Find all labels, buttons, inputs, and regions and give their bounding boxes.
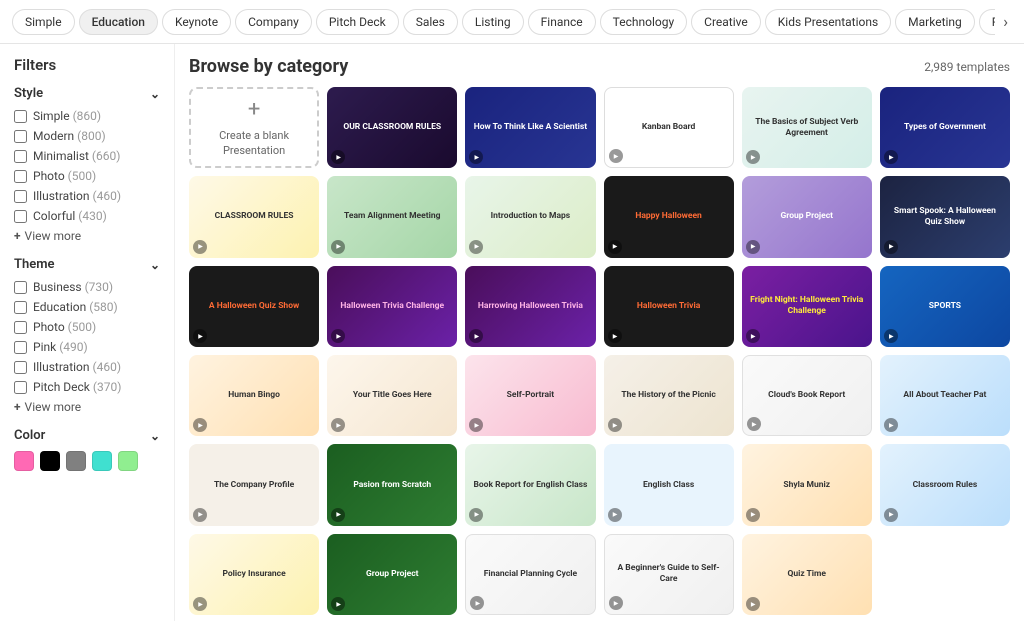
- category-tab-marketing[interactable]: Marketing: [895, 9, 975, 35]
- template-card[interactable]: How To Think Like A Scientist ▶: [465, 87, 595, 168]
- color-filter-section: Color ⌄: [14, 428, 160, 471]
- category-tab-kids-presentations[interactable]: Kids Presentations: [765, 9, 891, 35]
- template-card[interactable]: Fright Night: Halloween Trivia Challenge…: [742, 266, 872, 347]
- color-label: Color: [14, 428, 45, 443]
- category-tabs: SimpleEducationKeynoteCompanyPitch DeckS…: [0, 0, 1024, 44]
- theme-filter-section: Theme ⌄ Business (730) Education (580) P…: [14, 257, 160, 414]
- theme-view-more[interactable]: View more: [14, 400, 160, 414]
- style-filter-item[interactable]: Colorful (430): [14, 209, 160, 223]
- template-card[interactable]: The History of the Picnic ▶: [604, 355, 734, 436]
- category-tab-company[interactable]: Company: [235, 9, 312, 35]
- category-tab-technology[interactable]: Technology: [600, 9, 687, 35]
- template-card[interactable]: Introduction to Maps ▶: [465, 176, 595, 257]
- style-chevron-icon: ⌄: [150, 87, 160, 101]
- templates-grid: + Create a blankPresentation OUR CLASSRO…: [189, 87, 1010, 615]
- theme-section-header[interactable]: Theme ⌄: [14, 257, 160, 272]
- template-card[interactable]: Classroom Rules ▶: [880, 444, 1010, 525]
- style-filter-item[interactable]: Illustration (460): [14, 189, 160, 203]
- template-card[interactable]: Quiz Time ▶: [742, 534, 872, 615]
- category-tab-finance[interactable]: Finance: [528, 9, 596, 35]
- category-tab-creative[interactable]: Creative: [691, 9, 761, 35]
- category-tab-listing[interactable]: Listing: [462, 9, 524, 35]
- template-card[interactable]: All About Teacher Pat ▶: [880, 355, 1010, 436]
- style-section-header[interactable]: Style ⌄: [14, 86, 160, 101]
- filters-title: Filters: [14, 56, 160, 74]
- template-card[interactable]: Team Alignment Meeting ▶: [327, 176, 457, 257]
- template-card[interactable]: Halloween Trivia Challenge ▶: [327, 266, 457, 347]
- template-card[interactable]: CLASSROOM RULES ▶: [189, 176, 319, 257]
- theme-filter-item[interactable]: Illustration (460): [14, 360, 160, 374]
- style-filter-item[interactable]: Minimalist (660): [14, 149, 160, 163]
- category-tab-sales[interactable]: Sales: [403, 9, 458, 35]
- template-card[interactable]: Book Report for English Class ▶: [465, 444, 595, 525]
- template-card[interactable]: Cloud's Book Report ▶: [742, 355, 872, 436]
- category-tab-simple[interactable]: Simple: [12, 9, 75, 35]
- style-filter-item[interactable]: Photo (500): [14, 169, 160, 183]
- category-tab-roadmap-presentations[interactable]: Roadmap Presentations: [979, 9, 995, 35]
- template-card[interactable]: The Basics of Subject Verb Agreement ▶: [742, 87, 872, 168]
- theme-filter-item[interactable]: Photo (500): [14, 320, 160, 334]
- style-items: Simple (860) Modern (800) Minimalist (66…: [14, 109, 160, 223]
- template-card[interactable]: Types of Government ▶: [880, 87, 1010, 168]
- color-swatch-2[interactable]: [66, 451, 86, 471]
- color-chevron-icon: ⌄: [150, 429, 160, 443]
- template-card[interactable]: A Beginner's Guide to Self-Care ▶: [604, 534, 734, 615]
- grid-header: Browse by category 2,989 templates: [189, 56, 1010, 77]
- theme-filter-item[interactable]: Business (730): [14, 280, 160, 294]
- style-label: Style: [14, 86, 43, 101]
- theme-filter-item[interactable]: Pitch Deck (370): [14, 380, 160, 394]
- blank-card-label: Create a blankPresentation: [219, 128, 289, 159]
- tab-scroll-arrow[interactable]: ›: [999, 8, 1012, 35]
- template-card[interactable]: Shyla Muniz ▶: [742, 444, 872, 525]
- plus-icon: +: [248, 97, 260, 122]
- theme-items: Business (730) Education (580) Photo (50…: [14, 280, 160, 394]
- color-swatch-0[interactable]: [14, 451, 34, 471]
- template-card[interactable]: Group Project ▶: [742, 176, 872, 257]
- category-tab-keynote[interactable]: Keynote: [162, 9, 231, 35]
- template-card[interactable]: Harrowing Halloween Trivia ▶: [465, 266, 595, 347]
- template-card[interactable]: SPORTS ▶: [880, 266, 1010, 347]
- category-tab-education[interactable]: Education: [79, 9, 158, 35]
- theme-filter-item[interactable]: Pink (490): [14, 340, 160, 354]
- template-card[interactable]: Pasion from Scratch ▶: [327, 444, 457, 525]
- template-card[interactable]: Policy Insurance ▶: [189, 534, 319, 615]
- template-card[interactable]: English Class ▶: [604, 444, 734, 525]
- template-card[interactable]: The Company Profile ▶: [189, 444, 319, 525]
- template-card[interactable]: Self-Portrait ▶: [465, 355, 595, 436]
- page-title: Browse by category: [189, 56, 348, 77]
- main-content: Filters Style ⌄ Simple (860) Modern (800…: [0, 44, 1024, 621]
- template-card[interactable]: Smart Spook: A Halloween Quiz Show ▶: [880, 176, 1010, 257]
- color-swatch-4[interactable]: [118, 451, 138, 471]
- theme-label: Theme: [14, 257, 55, 272]
- category-tab-pitch-deck[interactable]: Pitch Deck: [316, 9, 399, 35]
- grid-area: Browse by category 2,989 templates + Cre…: [175, 44, 1024, 621]
- template-card[interactable]: Kanban Board ▶: [604, 87, 734, 168]
- tabs-container: SimpleEducationKeynoteCompanyPitch DeckS…: [12, 9, 995, 35]
- style-filter-item[interactable]: Modern (800): [14, 129, 160, 143]
- template-card[interactable]: Happy Halloween ▶: [604, 176, 734, 257]
- template-card[interactable]: Halloween Trivia ▶: [604, 266, 734, 347]
- template-card[interactable]: A Halloween Quiz Show ▶: [189, 266, 319, 347]
- style-view-more[interactable]: View more: [14, 229, 160, 243]
- style-filter-item[interactable]: Simple (860): [14, 109, 160, 123]
- app-container: SimpleEducationKeynoteCompanyPitch DeckS…: [0, 0, 1024, 621]
- theme-chevron-icon: ⌄: [150, 258, 160, 272]
- color-swatch-3[interactable]: [92, 451, 112, 471]
- template-card[interactable]: Group Project ▶: [327, 534, 457, 615]
- theme-filter-item[interactable]: Education (580): [14, 300, 160, 314]
- style-filter-section: Style ⌄ Simple (860) Modern (800) Minima…: [14, 86, 160, 243]
- color-swatches: [14, 451, 160, 471]
- template-count: 2,989 templates: [924, 60, 1010, 74]
- template-card[interactable]: Financial Planning Cycle ▶: [465, 534, 595, 615]
- template-card[interactable]: Human Bingo ▶: [189, 355, 319, 436]
- sidebar: Filters Style ⌄ Simple (860) Modern (800…: [0, 44, 175, 621]
- template-card[interactable]: Your Title Goes Here ▶: [327, 355, 457, 436]
- color-section-header[interactable]: Color ⌄: [14, 428, 160, 443]
- template-card[interactable]: OUR CLASSROOM RULES ▶: [327, 87, 457, 168]
- color-swatch-1[interactable]: [40, 451, 60, 471]
- blank-template-card[interactable]: + Create a blankPresentation: [189, 87, 319, 168]
